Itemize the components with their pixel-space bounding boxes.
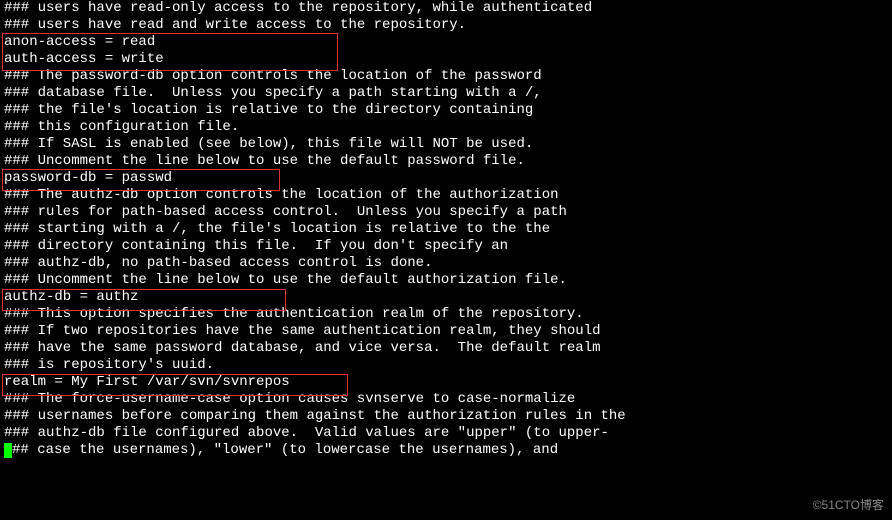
terminal-line: ### directory containing this file. If y… [4,238,888,255]
terminal-line: ### database file. Unless you specify a … [4,85,888,102]
terminal-line: ### have the same password database, and… [4,340,888,357]
terminal-line: ### this configuration file. [4,119,888,136]
terminal-line: authz-db = authz [4,289,888,306]
terminal-line: ### Uncomment the line below to use the … [4,153,888,170]
terminal-line: ### Uncomment the line below to use the … [4,272,888,289]
terminal-line: ### starting with a /, the file's locati… [4,221,888,238]
terminal-line: ## case the usernames), "lower" (to lowe… [4,442,888,459]
terminal-line: ### The force-username-case option cause… [4,391,888,408]
terminal-line: ### This option specifies the authentica… [4,306,888,323]
terminal-line: ### If SASL is enabled (see below), this… [4,136,888,153]
cursor [4,443,12,458]
terminal-line: ### The password-db option controls the … [4,68,888,85]
terminal-viewport[interactable]: ### users have read-only access to the r… [0,0,892,459]
watermark-label: ©51CTO博客 [813,497,884,514]
terminal-line: ### authz-db file configured above. Vali… [4,425,888,442]
terminal-line: ### If two repositories have the same au… [4,323,888,340]
terminal-line: ### is repository's uuid. [4,357,888,374]
terminal-line: ### rules for path-based access control.… [4,204,888,221]
terminal-line: ### usernames before comparing them agai… [4,408,888,425]
terminal-line: auth-access = write [4,51,888,68]
terminal-line: realm = My First /var/svn/svnrepos [4,374,888,391]
terminal-line: ### users have read and write access to … [4,17,888,34]
terminal-line: ### authz-db, no path-based access contr… [4,255,888,272]
terminal-line: anon-access = read [4,34,888,51]
terminal-line: ### the file's location is relative to t… [4,102,888,119]
terminal-line: ### users have read-only access to the r… [4,0,888,17]
terminal-line: password-db = passwd [4,170,888,187]
terminal-line: ### The authz-db option controls the loc… [4,187,888,204]
